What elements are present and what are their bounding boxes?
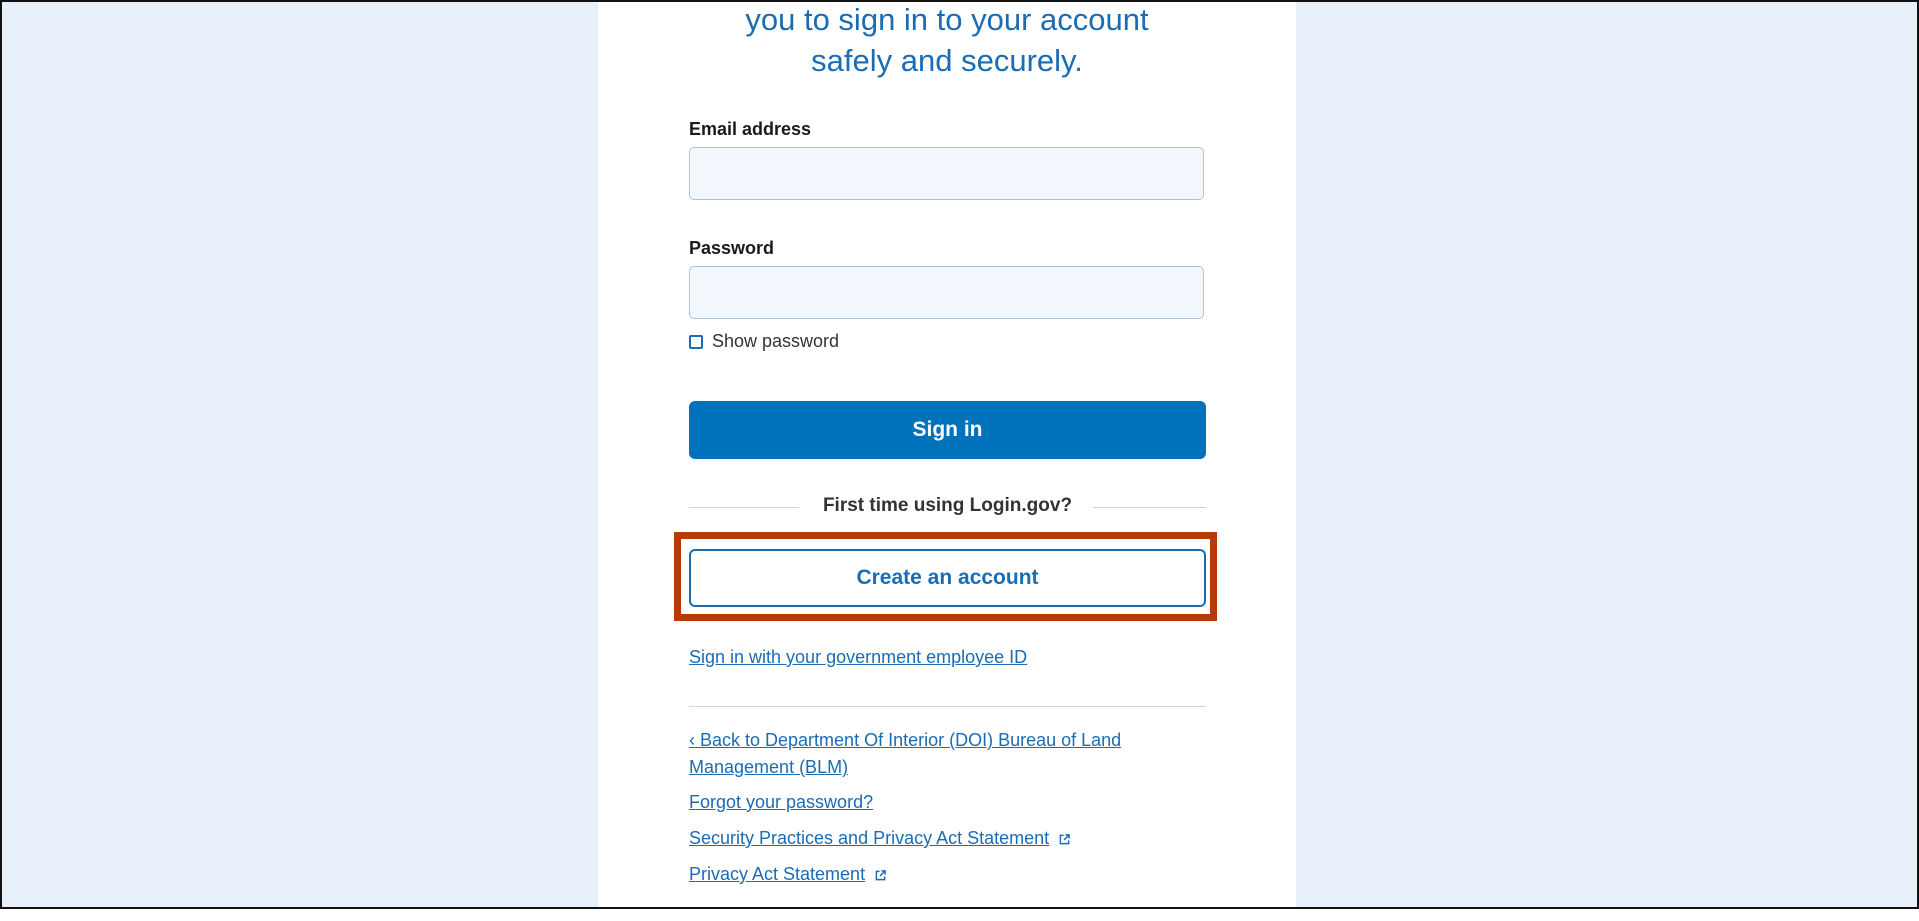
security-practices-link[interactable]: Security Practices and Privacy Act State…: [689, 828, 1049, 848]
create-account-button[interactable]: Create an account: [689, 549, 1206, 607]
divider-line-right: [1093, 507, 1206, 508]
privacy-act-row[interactable]: Privacy Act Statement: [689, 861, 886, 888]
links-separator: [689, 706, 1206, 707]
back-link-line-1[interactable]: ‹ Back to Department Of Interior (DOI) B…: [689, 730, 1121, 750]
external-link-icon: [1059, 834, 1070, 845]
show-password-label[interactable]: Show password: [712, 331, 839, 352]
intro-text-line-2: safely and securely.: [811, 43, 1083, 78]
sign-in-card: you to sign in to your account safely an…: [598, 2, 1296, 907]
back-to-blm-link[interactable]: ‹ Back to Department Of Interior (DOI) B…: [689, 727, 1121, 781]
back-link-line-2[interactable]: Management (BLM): [689, 757, 848, 777]
security-practices-row[interactable]: Security Practices and Privacy Act State…: [689, 825, 1070, 852]
external-link-icon: [875, 870, 886, 881]
gov-employee-id-link[interactable]: Sign in with your government employee ID: [689, 644, 1027, 671]
email-label: Email address: [689, 119, 812, 139]
intro-text-line-1: you to sign in to your account: [745, 2, 1149, 37]
password-field[interactable]: [689, 266, 1204, 319]
email-field[interactable]: [689, 147, 1204, 200]
first-time-text: First time using Login.gov?: [822, 495, 1073, 516]
password-label: Password: [689, 238, 775, 258]
privacy-act-link[interactable]: Privacy Act Statement: [689, 864, 865, 884]
show-password-toggle[interactable]: Show password: [689, 331, 839, 352]
sign-in-button[interactable]: Sign in: [689, 401, 1206, 459]
forgot-password-link[interactable]: Forgot your password?: [689, 789, 873, 816]
first-time-divider: First time using Login.gov?: [689, 495, 1206, 521]
browser-viewport: you to sign in to your account safely an…: [0, 0, 1919, 909]
show-password-checkbox[interactable]: [689, 334, 703, 349]
